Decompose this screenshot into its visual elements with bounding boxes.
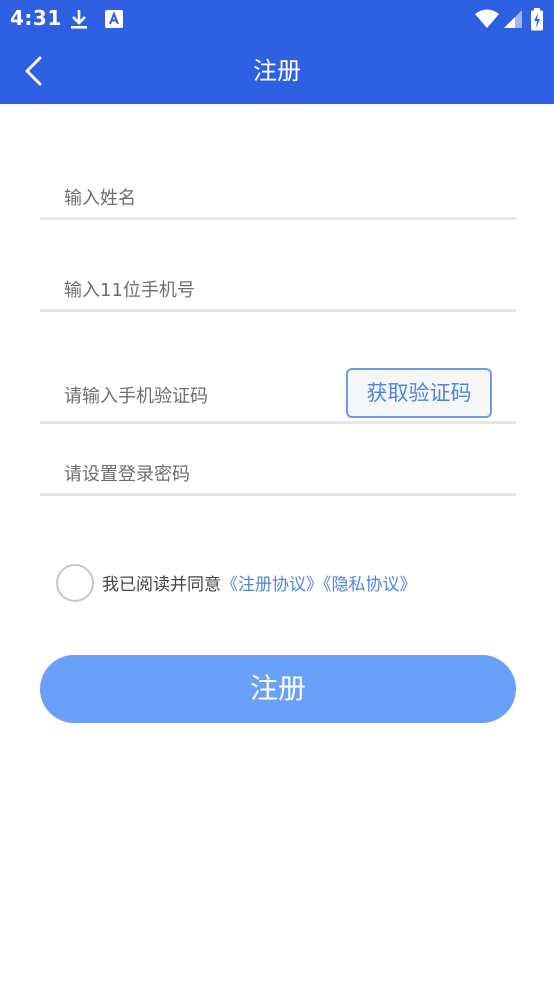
status-time: 4:31 xyxy=(10,6,62,30)
verification-code-input[interactable] xyxy=(64,381,344,411)
register-button[interactable]: 注册 xyxy=(40,655,516,723)
phone-input[interactable] xyxy=(64,275,344,305)
phone-field-row xyxy=(40,264,516,312)
name-field-row xyxy=(40,172,516,220)
page-title: 注册 xyxy=(253,57,301,85)
agreement-label: 我已阅读并同意 xyxy=(102,575,221,595)
agreement-checkbox[interactable] xyxy=(56,564,94,602)
get-code-button[interactable]: 获取验证码 xyxy=(346,368,492,418)
agreement-text: 我已阅读并同意《注册协议》《隐私协议》 xyxy=(102,570,417,595)
privacy-agreement-link[interactable]: 《隐私协议》 xyxy=(323,575,417,595)
status-bar: 4:31 xyxy=(0,0,554,38)
register-screen: 4:31 注册 输入姓名 输入11位手机号 请输入手机验证码 获取验证码 我已阅… xyxy=(0,0,554,984)
agreement-row: 我已阅读并同意《注册协议》《隐私协议》 xyxy=(56,564,516,602)
wifi-icon xyxy=(474,8,500,30)
name-input[interactable] xyxy=(64,183,344,213)
password-input[interactable] xyxy=(64,459,344,489)
a-notification-icon xyxy=(103,8,125,30)
register-agreement-link[interactable]: 《注册协议》 xyxy=(221,575,323,595)
code-field-row: 获取验证码 xyxy=(40,362,516,424)
download-icon xyxy=(68,8,90,30)
battery-charging-icon xyxy=(530,8,544,31)
signal-icon xyxy=(502,8,524,30)
password-field-row xyxy=(40,448,516,496)
app-bar: 注册 xyxy=(0,38,554,104)
